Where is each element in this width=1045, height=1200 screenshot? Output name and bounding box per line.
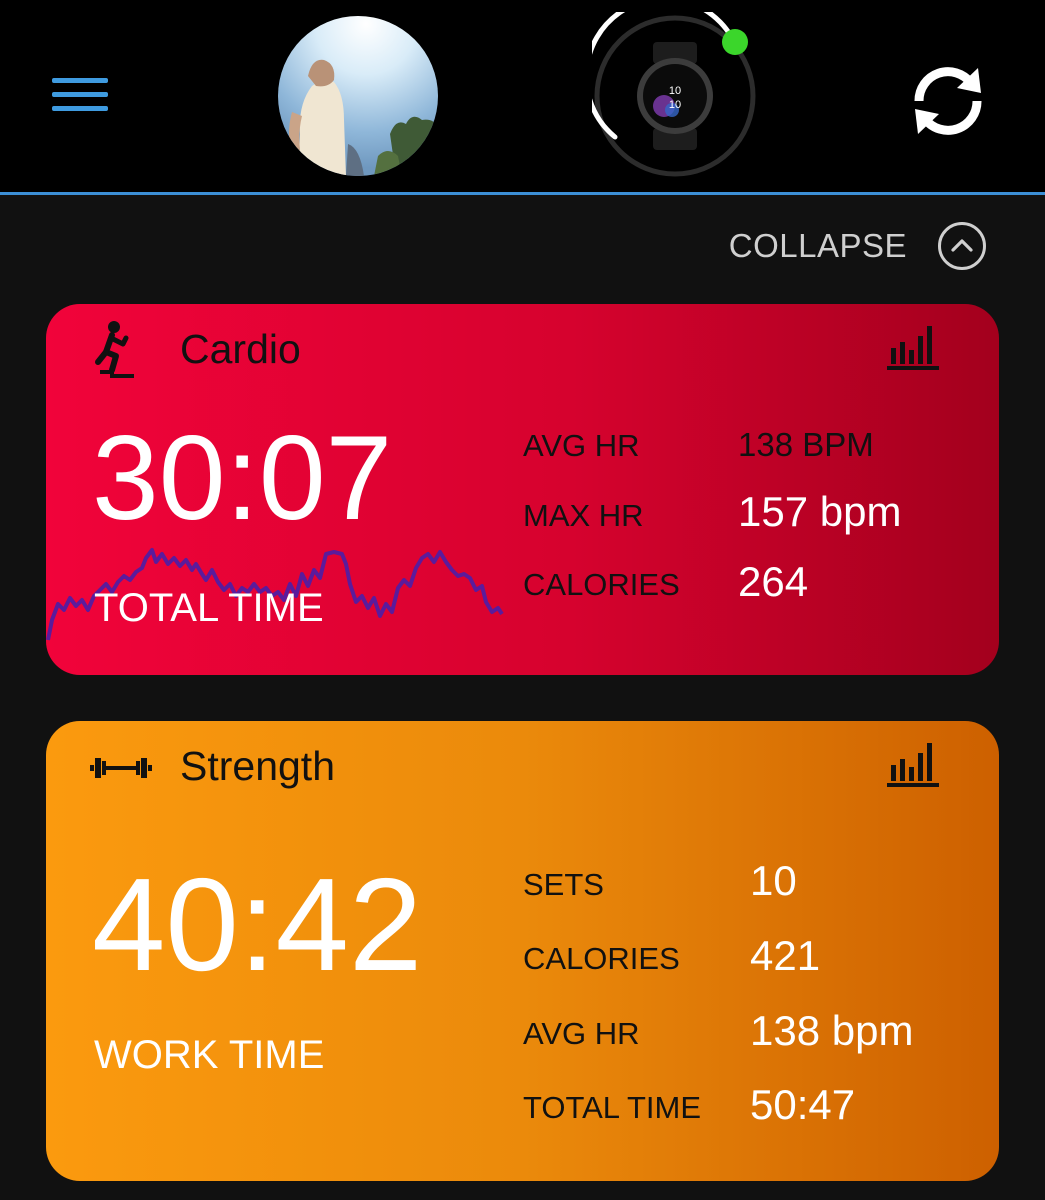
profile-photo bbox=[278, 16, 438, 176]
main-duration-label: TOTAL TIME bbox=[94, 586, 324, 630]
card-title: Cardio bbox=[180, 326, 301, 372]
stat-value-sets: 10 bbox=[750, 857, 797, 904]
top-app-bar: 10 10 bbox=[0, 0, 1045, 195]
stair-climber-icon bbox=[95, 321, 134, 378]
collapse-button[interactable]: COLLAPSE bbox=[729, 218, 987, 274]
stat-label-calories: CALORIES bbox=[523, 941, 680, 976]
main-duration-label: WORK TIME bbox=[94, 1033, 325, 1077]
stat-label-total-time: TOTAL TIME bbox=[523, 1090, 701, 1125]
chevron-up-circle-icon bbox=[938, 222, 986, 270]
collapse-label: COLLAPSE bbox=[728, 227, 907, 264]
stat-value-calories: 264 bbox=[738, 558, 809, 605]
main-duration: 40:42 bbox=[92, 851, 423, 998]
dumbbell-icon bbox=[90, 758, 152, 778]
bar-chart-icon[interactable] bbox=[887, 741, 939, 787]
stat-value-total-time: 50:47 bbox=[750, 1081, 856, 1128]
stat-label-max-hr: MAX HR bbox=[523, 498, 644, 533]
main-duration: 30:07 bbox=[92, 411, 393, 545]
connection-status-dot bbox=[722, 29, 748, 55]
stat-label-avg-hr: AVG HR bbox=[523, 1016, 640, 1051]
smartwatch-icon: 10 10 bbox=[592, 12, 756, 177]
stat-value-avg-hr: 138 bpm bbox=[750, 1007, 914, 1054]
stat-label-sets: SETS bbox=[523, 867, 604, 902]
strength-card[interactable]: Strength 40:42 WORK TIME SETS 10 CALORIE… bbox=[46, 721, 999, 1181]
bar-chart-icon[interactable] bbox=[887, 324, 939, 370]
sync-button[interactable] bbox=[905, 58, 991, 144]
stat-value-avg-hr: 138 BPM bbox=[738, 426, 874, 463]
cardio-card[interactable]: Cardio 30:07 TOTAL TIME AVG HR 138 BPM M… bbox=[46, 304, 999, 675]
watch-minute: 10 bbox=[669, 99, 681, 111]
sync-icon bbox=[914, 67, 982, 135]
stat-label-calories: CALORIES bbox=[523, 567, 680, 602]
avatar[interactable] bbox=[278, 16, 438, 176]
stat-label-avg-hr: AVG HR bbox=[523, 428, 640, 463]
stat-value-max-hr: 157 bpm bbox=[738, 488, 902, 535]
watch-hour: 10 bbox=[669, 85, 681, 97]
device-status[interactable]: 10 10 bbox=[592, 12, 758, 178]
stat-value-calories: 421 bbox=[750, 932, 821, 979]
menu-button[interactable] bbox=[52, 76, 110, 116]
card-title: Strength bbox=[180, 743, 335, 789]
